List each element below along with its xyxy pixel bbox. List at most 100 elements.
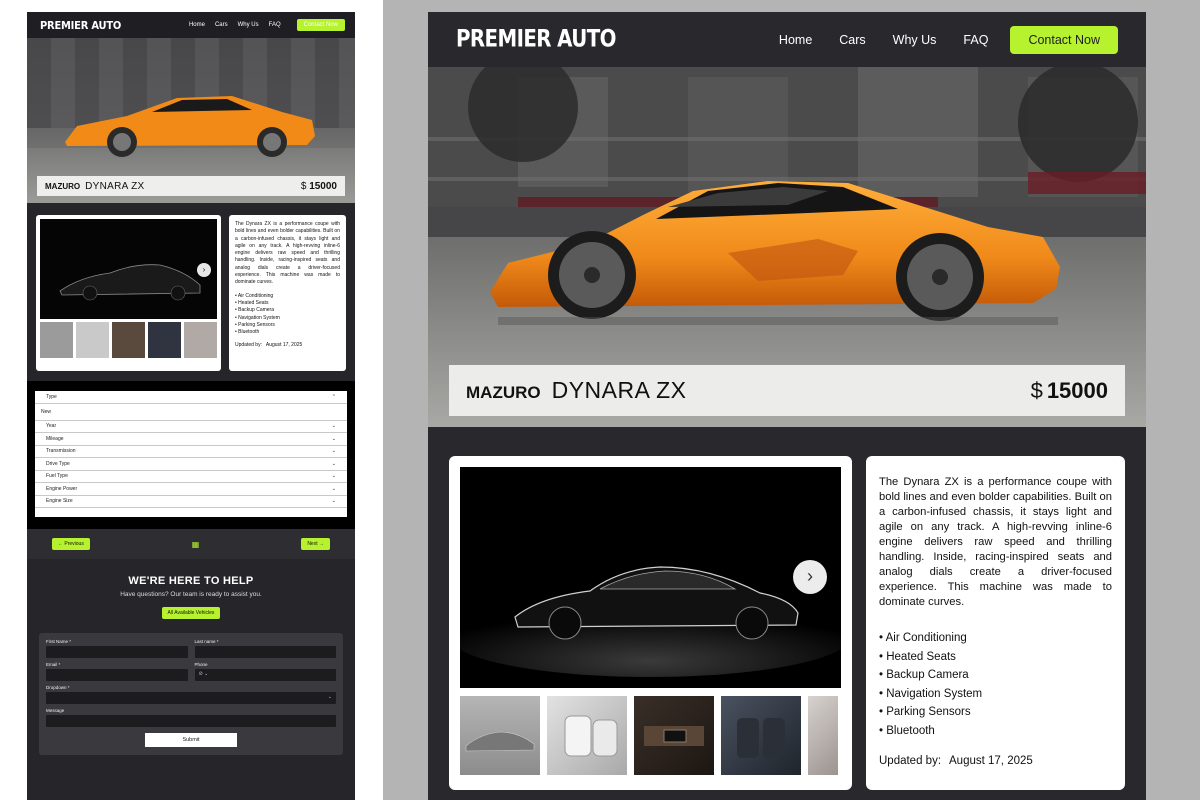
feature-item: • Navigation System (879, 687, 983, 700)
vehicle-model: DYNARA ZX (551, 377, 687, 403)
preview-specs-filter: Type ⌃ New Year ⌄ Mileage ⌄ Transmission ⌄ D… (27, 381, 355, 529)
preview-detail-section: › The Dynara ZX is a performance coupe w… (27, 203, 355, 381)
preview-updated: Updated by: August 17, 2025 (235, 342, 303, 349)
preview-nav-faq[interactable]: FAQ (269, 22, 281, 28)
filter-type-value[interactable]: New (35, 403, 347, 421)
updated-info: Updated by: August 17, 2025 (879, 755, 1112, 767)
last-name-label: Last name * (194, 639, 219, 644)
page-preview: PREMIER AUTO Home Cars Why Us FAQ Contac… (27, 12, 355, 800)
hero-image: MAZURO DYNARA ZX $ 15000 (428, 67, 1146, 427)
preview-nav-why-us[interactable]: Why Us (238, 22, 259, 28)
help-subtitle: Have questions? Our team is ready to ass… (120, 591, 262, 598)
thumbnail-exterior[interactable] (460, 696, 540, 775)
filter-year[interactable]: Year ⌄ (35, 421, 347, 433)
preview-feature: • Backup Camera (235, 307, 274, 314)
updated-label: Updated by: (879, 755, 942, 767)
first-name-input[interactable] (46, 646, 188, 658)
last-name-input[interactable] (194, 646, 336, 658)
vehicle-title-bar: MAZURO DYNARA ZX $ 15000 (449, 365, 1125, 416)
contact-form: First Name * Last name * Email * Phone ⊘ … (39, 633, 343, 755)
image-gallery: › (449, 456, 852, 790)
phone-label: Phone (194, 662, 208, 667)
preview-nav-cars[interactable]: Cars (215, 22, 228, 28)
preview-thumbnail[interactable] (148, 322, 181, 358)
previous-button[interactable]: ← Previous (52, 538, 90, 550)
vehicle-description: The Dynara ZX is a performance coupe wit… (879, 476, 1112, 608)
thumbnail-interior[interactable] (721, 696, 801, 775)
preview-feature: • Bluetooth (235, 329, 260, 336)
preview-thumbnail[interactable] (76, 322, 109, 358)
preview-gallery-main: › (40, 219, 217, 319)
chevron-up-icon: ⌃ (331, 393, 336, 400)
zoomed-page: PREMIER AUTO Home Cars Why Us FAQ Contac… (428, 12, 1146, 800)
preview-make: MAZURO (45, 181, 81, 191)
vehicle-make: MAZURO (466, 382, 541, 402)
preview-vehicle-title-bar: MAZURO DYNARA ZX $ 15000 (37, 176, 345, 196)
thumbnail-seats[interactable] (547, 696, 627, 775)
description-card: The Dynara ZX is a performance coupe wit… (866, 456, 1125, 790)
preview-thumbnail[interactable] (40, 322, 73, 358)
preview-hero-car (65, 96, 315, 157)
all-vehicles-button[interactable]: All Available Vehicles (161, 607, 221, 619)
next-button[interactable]: Next → (301, 538, 330, 550)
preview-pagination: ← Previous ▦ Next → (27, 529, 355, 559)
first-name-label: First Name * (46, 639, 72, 644)
chevron-down-icon: ⌄ (331, 485, 336, 492)
thumbnail-partial[interactable] (808, 696, 838, 775)
preview-gallery-next-button[interactable]: › (197, 263, 211, 277)
chevron-down-icon: ⌄ (331, 473, 336, 480)
dropdown-select[interactable]: ⌄ (46, 692, 336, 704)
site-header: PREMIER AUTO Home Cars Why Us FAQ Contac… (428, 12, 1146, 67)
submit-button[interactable]: Submit (145, 733, 237, 747)
message-input[interactable] (46, 715, 336, 727)
filter-mileage[interactable]: Mileage ⌄ (35, 433, 347, 446)
feature-item: • Air Conditioning (879, 632, 967, 644)
preview-nav-home[interactable]: Home (189, 22, 205, 28)
feature-item: • Bluetooth (879, 724, 935, 737)
nav-home[interactable]: Home (779, 33, 812, 47)
nav-faq[interactable]: FAQ (963, 33, 988, 47)
gallery-main-image: › (460, 467, 841, 688)
preview-description-card: The Dynara ZX is a performance coupe wit… (229, 215, 346, 371)
dropdown-label: Dropdown * (46, 685, 70, 690)
preview-feature-list: • Air Conditioning • Heated Seats • Back… (235, 293, 340, 337)
filter-transmission[interactable]: Transmission ⌄ (35, 446, 347, 458)
email-input[interactable] (46, 669, 188, 681)
chevron-down-icon: ⌄ (331, 423, 336, 430)
preview-gallery: › (36, 215, 221, 371)
chevron-down-icon: ⌄ (331, 448, 336, 455)
feature-item: • Parking Sensors (879, 706, 971, 718)
help-title: WE'RE HERE TO HELP (128, 575, 254, 587)
contact-now-button[interactable]: Contact Now (1010, 25, 1118, 54)
preview-contact-button[interactable]: Contact Now (296, 19, 345, 31)
preview-feature: • Navigation System (235, 314, 280, 321)
nav-why-us[interactable]: Why Us (893, 33, 937, 47)
preview-price: $ 15000 (300, 180, 337, 192)
thumbnail-dashboard[interactable] (634, 696, 714, 775)
feature-list: • Air Conditioning • Heated Seats • Back… (879, 629, 1112, 740)
preview-thumbnail[interactable] (184, 322, 217, 358)
gallery-thumbnails (460, 696, 841, 775)
message-label: Message (46, 708, 65, 713)
preview-thumbnail[interactable] (112, 322, 145, 358)
gallery-next-button[interactable]: › (793, 560, 827, 594)
chevron-down-icon: ⌄ (331, 460, 336, 467)
filter-type[interactable]: Type ⌃ (35, 391, 347, 404)
nav-cars[interactable]: Cars (839, 33, 865, 47)
preview-logo[interactable]: PREMIER AUTO (40, 19, 189, 32)
preview-feature: • Heated Seats (235, 299, 269, 306)
site-logo[interactable]: PREMIER AUTO (456, 26, 752, 53)
feature-item: • Heated Seats (879, 650, 956, 663)
vehicle-price: 15000 (1046, 377, 1108, 403)
filter-engine-power[interactable]: Engine Power ⌄ (35, 483, 347, 496)
filter-drive-type[interactable]: Drive Type ⌄ (35, 458, 347, 471)
filter-fuel-type[interactable]: Fuel Type ⌄ (35, 471, 347, 483)
grid-icon[interactable]: ▦ (192, 540, 200, 549)
price-currency: $ (1030, 377, 1043, 403)
phone-input[interactable]: ⊘ ⌄ (194, 669, 336, 681)
preview-hero-image: MAZURO DYNARA ZX $ 15000 (27, 38, 355, 203)
preview-description: The Dynara ZX is a performance coupe wit… (235, 221, 340, 286)
filter-engine-size[interactable]: Engine Size ⌄ (35, 496, 347, 508)
preview-model: DYNARA ZX (85, 180, 145, 192)
chevron-down-icon: ⌄ (331, 498, 336, 505)
